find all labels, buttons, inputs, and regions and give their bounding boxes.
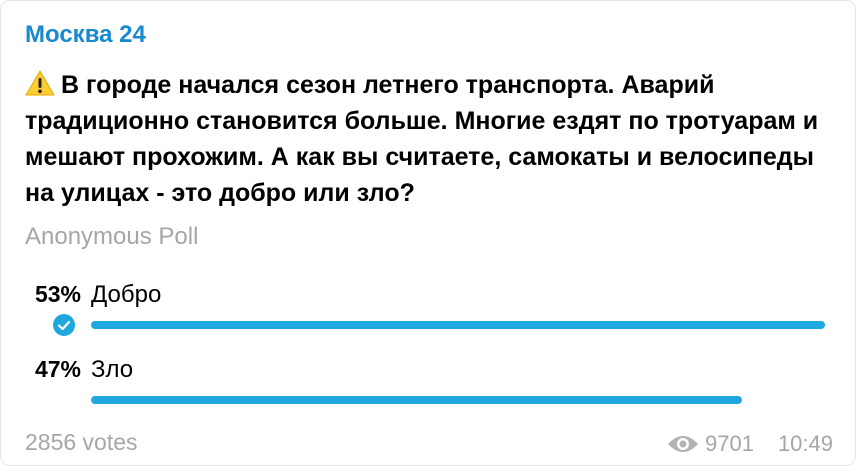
vote-count[interactable]: 2856 votes	[25, 429, 138, 456]
message-time: 10:49	[777, 431, 833, 456]
poll-option-percent: 47%	[34, 356, 81, 382]
channel-name[interactable]: Москва 24	[25, 21, 146, 49]
message-meta: 9701 10:49	[667, 431, 833, 457]
poll-option-label: Добро	[91, 281, 162, 308]
message-text-block: В городе начался сезон летнего транспорт…	[25, 67, 825, 211]
checkmark-icon	[53, 314, 75, 336]
poll-option-label: Зло	[91, 356, 134, 383]
views-eye-icon	[667, 436, 698, 452]
poll-option-dobro[interactable]: 53% Добро	[25, 281, 835, 351]
poll-result-bar	[91, 321, 825, 329]
poll-option-zlo[interactable]: 47% Зло	[25, 356, 835, 426]
poll-message-card: Москва 24 В городе начался сезон летнего…	[0, 0, 856, 466]
poll-bar-track	[91, 396, 825, 404]
poll-bar-track	[91, 321, 825, 329]
warning-icon	[25, 70, 55, 96]
views-count: 9701	[704, 431, 754, 456]
message-text: В городе начался сезон летнего транспорт…	[25, 71, 819, 207]
poll-result-bar	[91, 396, 742, 404]
poll-option-percent: 53%	[34, 281, 81, 307]
poll-type-label: Anonymous Poll	[25, 223, 199, 250]
